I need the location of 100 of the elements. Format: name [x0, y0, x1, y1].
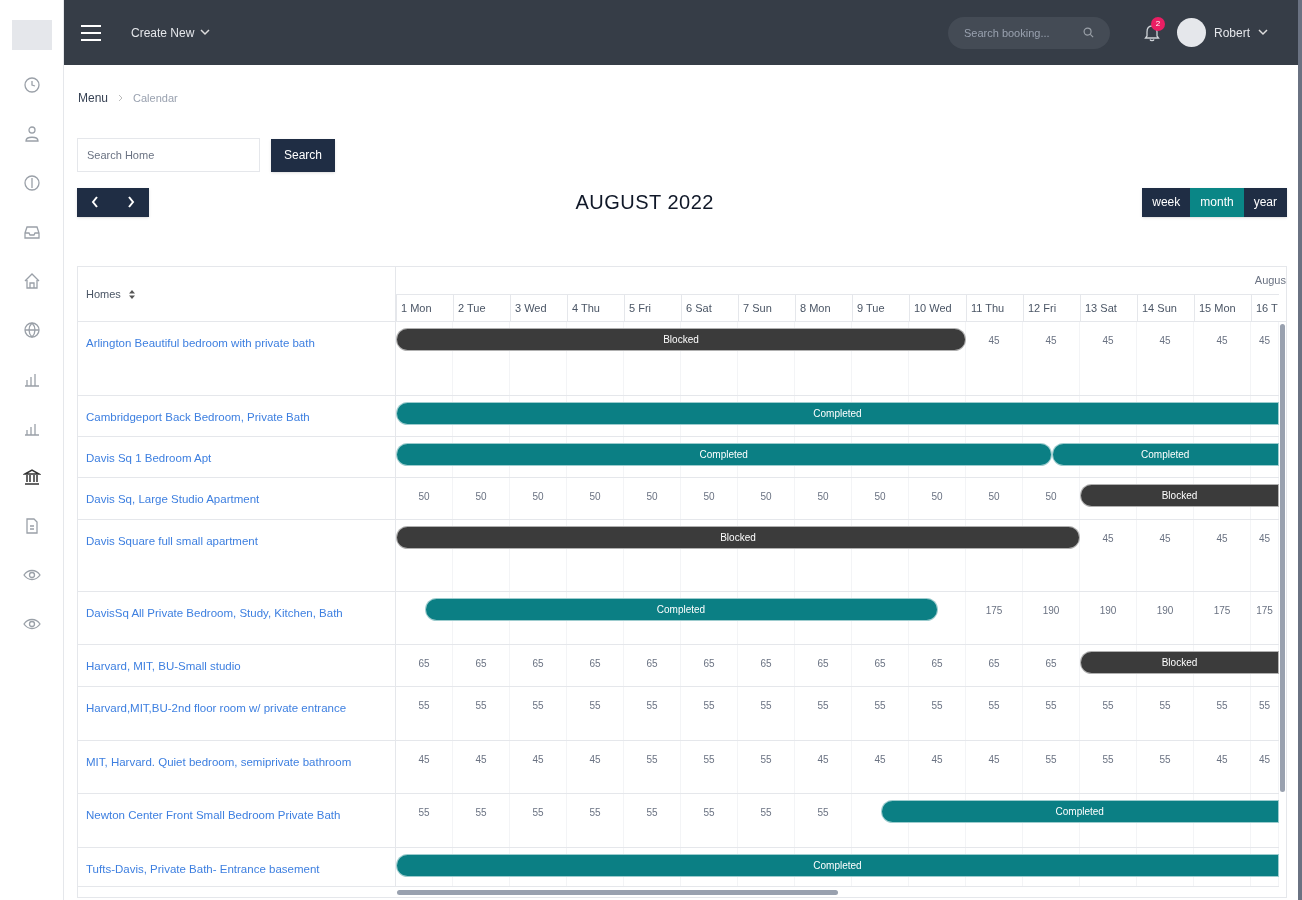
month-label: Augus	[1254, 273, 1286, 288]
home-link[interactable]: MIT, Harvard. Quiet bedroom, semiprivate bathroom	[86, 756, 352, 768]
price-text: 45	[988, 334, 1000, 348]
price-text: 45	[988, 753, 1000, 767]
price-text: 65	[874, 657, 886, 671]
price-text: 190	[1099, 604, 1117, 618]
create-new-menu[interactable]: Create New	[131, 23, 211, 42]
price-text: 55	[475, 806, 487, 820]
booking-bar[interactable]: Completed	[1051, 443, 1279, 466]
chevron-down-icon	[1258, 29, 1268, 36]
price-text: 45	[532, 753, 544, 767]
price-text: 45	[475, 753, 487, 767]
breadcrumb-link[interactable]: Menu	[78, 89, 109, 107]
price-text: 55	[1045, 753, 1057, 767]
booking-bar[interactable]: Completed	[880, 800, 1279, 823]
price-text: 45	[1102, 532, 1114, 546]
price-text: 55	[703, 699, 715, 713]
coin-icon[interactable]	[22, 174, 41, 192]
booking-bar[interactable]: Blocked	[396, 328, 966, 351]
home-icon[interactable]	[22, 272, 41, 290]
home-link[interactable]: Harvard, MIT, BU-Small studio	[86, 660, 241, 672]
price-text: 55	[646, 806, 658, 820]
price-text: 65	[475, 657, 487, 671]
home-link[interactable]: Arlington Beautiful bedroom with private bath	[86, 337, 315, 349]
price-text: 175	[1213, 604, 1231, 618]
price-text: 45	[1216, 334, 1228, 348]
user-menu[interactable]: Robert	[1213, 23, 1268, 42]
price-text: 45	[1045, 334, 1057, 348]
home-link[interactable]: DavisSq All Private Bedroom, Study, Kitchen, Bath	[86, 607, 343, 619]
inbox-icon[interactable]	[22, 223, 41, 241]
booking-search-field[interactable]: Search booking...	[947, 16, 1110, 49]
price-text: 190	[1156, 604, 1174, 618]
home-link[interactable]: Davis Square full small apartment	[86, 535, 258, 547]
home-link[interactable]: Davis Sq 1 Bedroom Apt	[86, 452, 212, 464]
day-header: 10 Wed	[914, 300, 952, 316]
price-text: 50	[532, 490, 544, 504]
price-text: 55	[760, 699, 772, 713]
bank-icon[interactable]	[22, 468, 41, 486]
search-button[interactable]: Search	[271, 138, 336, 172]
price-text: 50	[988, 490, 1000, 504]
price-text: 45	[1258, 753, 1271, 767]
price-text: 45	[1258, 334, 1271, 348]
price-text: 50	[418, 490, 430, 504]
price-text: 55	[475, 699, 487, 713]
price-text: 45	[931, 753, 943, 767]
price-text: 50	[1045, 490, 1057, 504]
booking-bar[interactable]: Completed	[424, 598, 938, 621]
home-search-field[interactable]: Search Home	[77, 138, 260, 172]
price-text: 65	[988, 657, 1000, 671]
view-tab[interactable]: month	[1190, 187, 1244, 217]
view-tab[interactable]: week	[1142, 187, 1191, 217]
menu-icon[interactable]	[81, 24, 101, 41]
price-text: 55	[874, 699, 886, 713]
booking-bar[interactable]: Blocked	[1080, 484, 1279, 507]
price-text: 55	[532, 699, 544, 713]
column-header[interactable]: Homes	[86, 285, 121, 303]
vertical-scrollbar[interactable]	[1280, 324, 1285, 792]
search-icon	[1082, 26, 1094, 38]
price-text: 55	[760, 806, 772, 820]
day-header: 9 Tue	[857, 300, 885, 316]
day-header: 15 Mon	[1199, 300, 1236, 316]
user-icon[interactable]	[22, 125, 41, 143]
home-link[interactable]: Davis Sq, Large Studio Apartment	[86, 493, 260, 505]
price-text: 55	[1159, 699, 1171, 713]
booking-bar[interactable]: Blocked	[396, 526, 1080, 549]
price-text: 45	[817, 753, 829, 767]
booking-bar[interactable]: Completed	[396, 402, 1279, 425]
home-link[interactable]: Cambridgeport Back Bedroom, Private Bath	[86, 411, 310, 423]
horizontal-scrollbar[interactable]	[397, 889, 838, 895]
price-text: 45	[1159, 334, 1171, 348]
home-link[interactable]: Tufts-Davis, Private Bath- Entrance basement	[86, 863, 320, 875]
day-header: 13 Sat	[1085, 300, 1117, 316]
view-tab[interactable]: year	[1243, 187, 1287, 217]
price-text: 55	[589, 806, 601, 820]
price-text: 50	[760, 490, 772, 504]
day-header: 3 Wed	[515, 300, 547, 316]
price-text: 55	[817, 806, 829, 820]
home-link[interactable]: Newton Center Front Small Bedroom Private Bath	[86, 809, 341, 821]
price-text: 55	[988, 699, 1000, 713]
price-text: 65	[760, 657, 772, 671]
price-text: 50	[817, 490, 829, 504]
day-header: 16 T	[1256, 300, 1278, 316]
globe-icon[interactable]	[22, 321, 41, 339]
price-text: 65	[1045, 657, 1057, 671]
booking-bar[interactable]: Completed	[396, 854, 1279, 877]
avatar[interactable]	[1176, 18, 1206, 47]
day-header: 14 Sun	[1142, 300, 1177, 316]
price-text: 55	[1216, 699, 1228, 713]
day-header: 12 Fri	[1028, 300, 1057, 316]
booking-bar[interactable]: Completed	[396, 443, 1052, 466]
booking-bar[interactable]: Blocked	[1080, 651, 1279, 674]
price-text: 55	[1045, 699, 1057, 713]
price-text: 55	[760, 753, 772, 767]
price-text: 55	[646, 699, 658, 713]
sort-icon[interactable]	[128, 289, 135, 299]
price-text: 50	[931, 490, 943, 504]
home-link[interactable]: Harvard,MIT,BU-2nd floor room w/ private entrance	[86, 702, 347, 714]
clock-icon[interactable]	[22, 76, 41, 94]
day-header: 5 Fri	[629, 300, 651, 316]
price-text: 55	[646, 753, 658, 767]
